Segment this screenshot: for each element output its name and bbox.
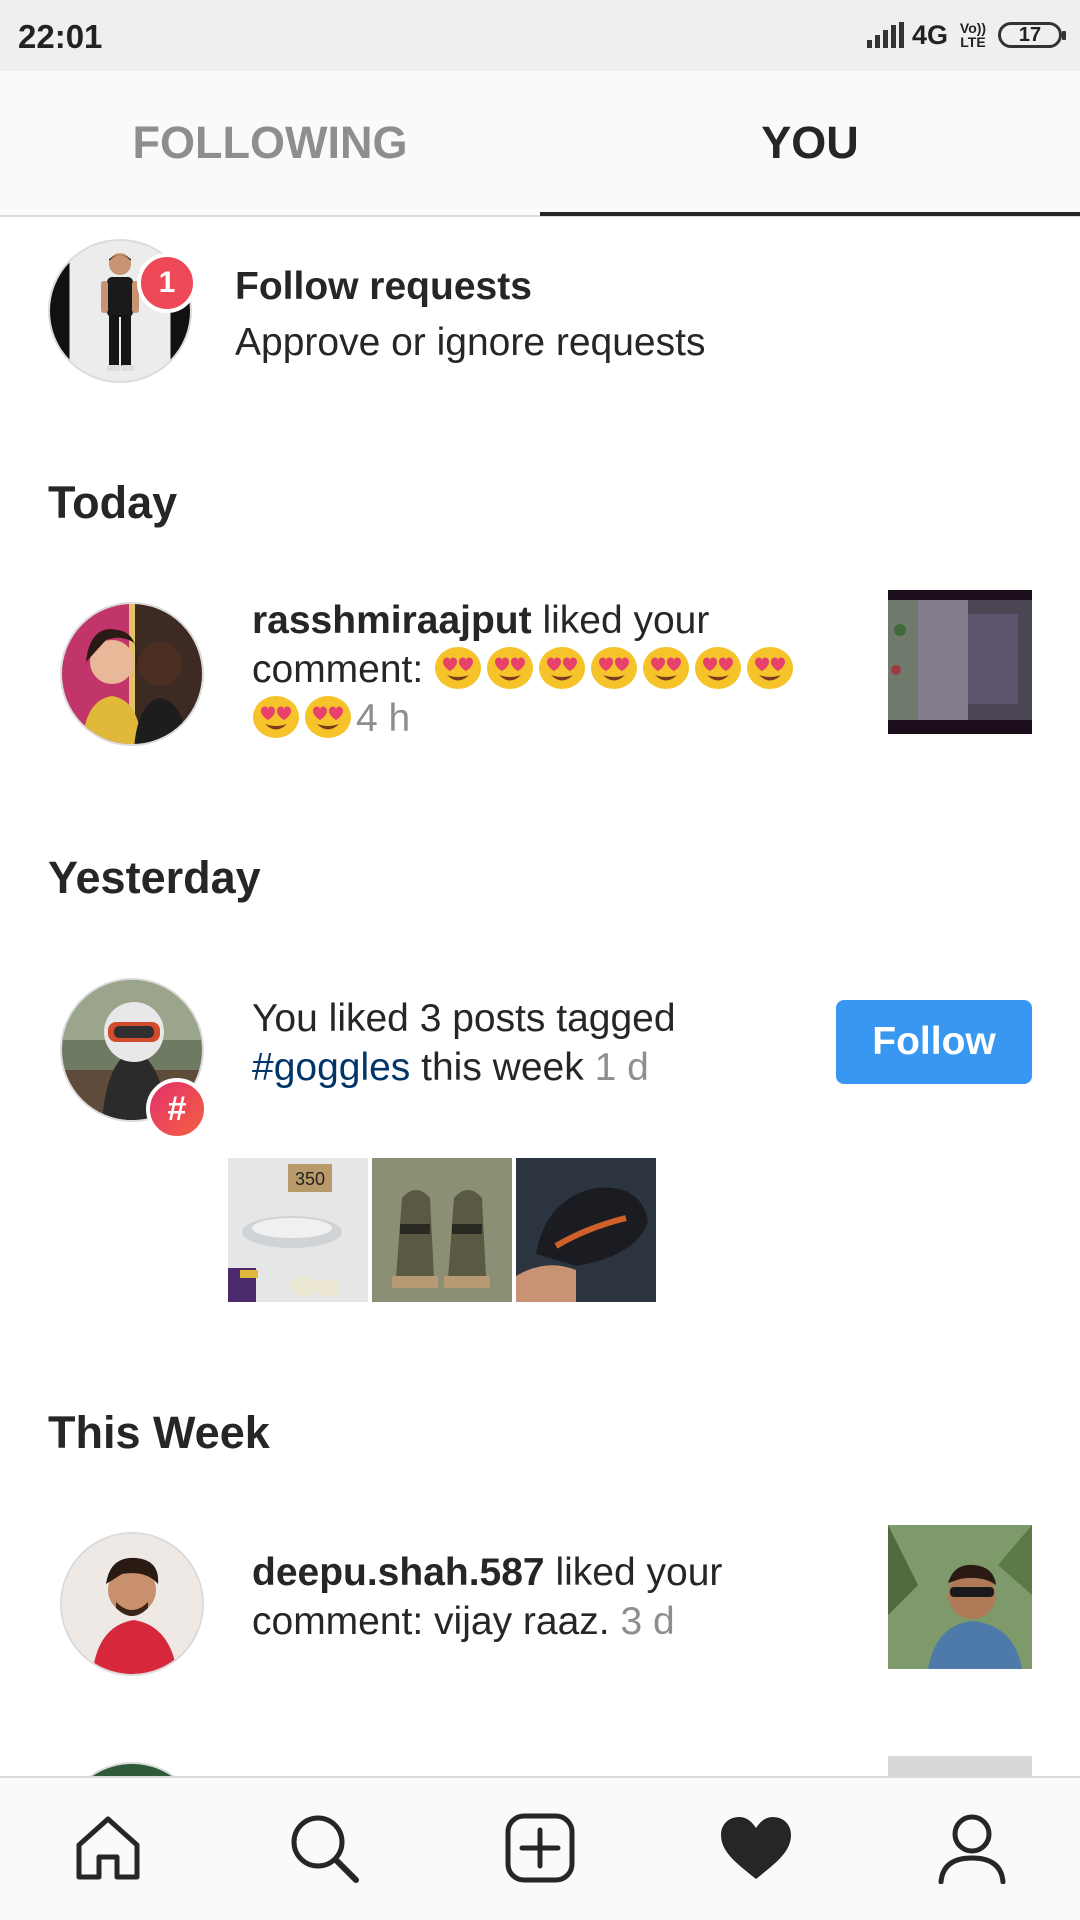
heart-eyes-emoji-icon	[591, 647, 638, 689]
hashtag-link[interactable]: #goggles	[252, 1046, 410, 1089]
follow-requests-subtitle: Approve or ignore requests	[235, 321, 706, 364]
post-thumbnail-image	[888, 600, 1032, 720]
tagged-post-thumbnail[interactable]	[372, 1158, 512, 1302]
post-thumbnail-image	[888, 1525, 1032, 1669]
notification-text-liked-comment[interactable]: rasshmiraajput liked your comment: 4 h	[252, 596, 822, 743]
notification-text-before: You liked 3 posts tagged	[252, 997, 676, 1040]
active-tab-indicator	[540, 212, 1080, 216]
battery-level: 17	[1018, 24, 1042, 46]
boot-photo	[372, 1158, 512, 1302]
heart-eyes-emoji-icon	[695, 647, 742, 689]
tagged-post-thumbnail[interactable]: 350	[228, 1158, 368, 1302]
signal-icon	[866, 22, 904, 48]
heart-eyes-emoji-icon	[539, 647, 586, 689]
heart-eyes-emoji-icon	[747, 647, 794, 689]
heart-eyes-emoji-icon	[253, 696, 299, 738]
search-icon	[291, 1815, 359, 1883]
follow-requests-title: Follow requests	[235, 265, 532, 308]
user-avatar-rasshmiraajput[interactable]	[60, 602, 204, 746]
notification-text-liked-tagged: You liked 3 posts tagged #goggles this w…	[252, 994, 812, 1092]
hashtag-badge: #	[146, 1078, 208, 1140]
black-sneaker-photo	[516, 1158, 656, 1302]
tab-following[interactable]: FOLLOWING	[0, 71, 540, 215]
avatar-photo	[82, 629, 188, 744]
tagged-post-thumbnail[interactable]	[516, 1158, 656, 1302]
add-post-icon	[505, 1813, 575, 1883]
tab-you[interactable]: YOU	[540, 71, 1080, 215]
profile-icon	[938, 1814, 1006, 1884]
post-thumbnail[interactable]	[888, 590, 1032, 734]
heart-eyes-emoji-icon	[487, 647, 534, 689]
post-thumbnail[interactable]	[888, 1525, 1032, 1669]
heart-eyes-emoji-icon	[305, 696, 351, 738]
follow-hashtag-button[interactable]: Follow	[836, 1000, 1032, 1084]
heart-icon	[721, 1817, 791, 1879]
section-header-yesterday: Yesterday	[48, 852, 261, 903]
notification-time: 1 d	[594, 1046, 649, 1089]
status-icons: 4G Vo)) LTE 17	[866, 18, 1066, 52]
status-bar: 22:01 4G Vo)) LTE 17	[0, 0, 1080, 71]
notification-text-liked-comment[interactable]: deepu.shah.587 liked your comment: vijay…	[252, 1548, 822, 1646]
nav-search[interactable]	[284, 1808, 364, 1888]
notification-username[interactable]: deepu.shah.587	[252, 1551, 545, 1594]
network-type: 4G	[911, 19, 948, 50]
bitmoji-avatar-image	[101, 253, 139, 371]
volte-indicator: Vo)) LTE	[959, 20, 987, 50]
notification-username[interactable]: rasshmiraajput	[252, 599, 532, 642]
section-header-this-week: This Week	[48, 1407, 270, 1458]
activity-tabs: FOLLOWING YOU	[0, 71, 1080, 217]
follow-requests-row[interactable]: 1 Follow requests Approve or ignore requ…	[0, 217, 1080, 397]
notification-text-after: this week	[410, 1046, 595, 1089]
follow-requests-count-badge: 1	[137, 253, 197, 313]
notification-time: 4 h	[356, 697, 411, 740]
nav-home[interactable]	[68, 1808, 148, 1888]
sneaker-label-text: 350	[295, 1169, 325, 1189]
user-avatar-deepu-shah-587[interactable]	[60, 1532, 204, 1676]
nav-profile[interactable]	[932, 1808, 1012, 1888]
bottom-navigation	[0, 1776, 1080, 1920]
avatar-photo	[62, 1534, 202, 1674]
sneaker-photo: 350	[228, 1158, 368, 1302]
status-time: 22:01	[18, 18, 103, 55]
home-icon	[76, 1816, 140, 1880]
notification-time: 3 d	[620, 1600, 675, 1643]
nav-activity[interactable]	[716, 1808, 796, 1888]
heart-eyes-emoji-icon	[643, 647, 690, 689]
nav-new-post[interactable]	[500, 1808, 580, 1888]
heart-eyes-emoji-icon	[435, 647, 482, 689]
battery-icon: 17	[998, 22, 1066, 48]
section-header-today: Today	[48, 477, 178, 528]
